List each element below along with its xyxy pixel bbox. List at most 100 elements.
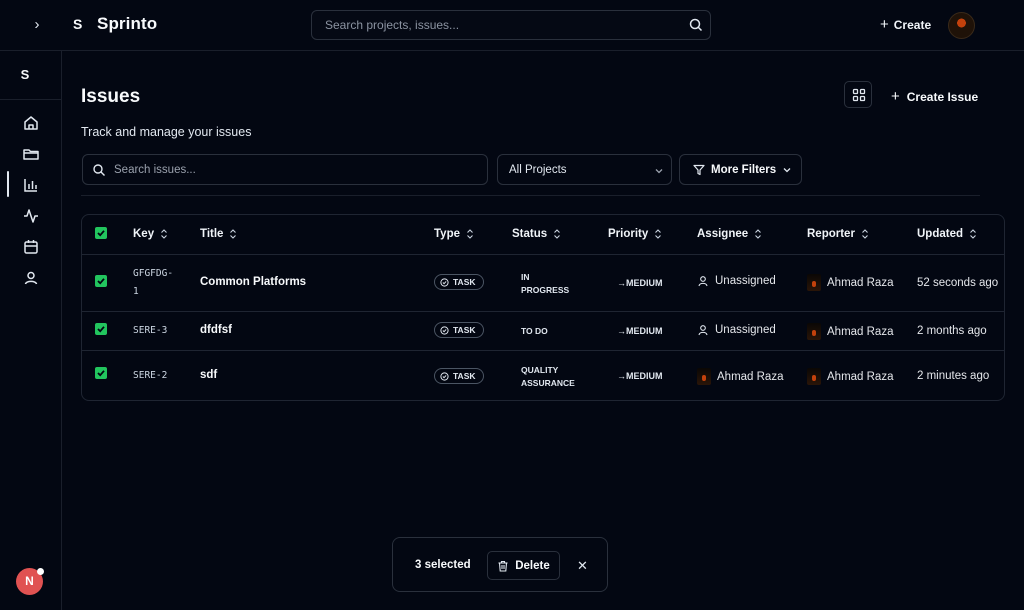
delete-label: Delete [515,559,550,572]
column-header-title[interactable]: Title [200,228,237,240]
plus-icon: + [880,16,889,33]
check-icon [97,230,105,237]
type-label: TASK [453,325,476,335]
sort-icon [161,229,167,239]
sort-icon [862,229,868,239]
issue-key[interactable]: SERE-2 [133,367,167,385]
type-badge: TASK [434,322,484,338]
priority-label[interactable]: →MEDIUM [617,278,663,288]
updated-time: 52 seconds ago [917,277,999,289]
row-checkbox[interactable] [95,367,107,379]
reporter-name: Ahmad Raza [827,325,894,338]
folder-icon[interactable] [21,144,41,164]
column-label: Reporter [807,228,855,240]
create-issue-label: Create Issue [906,89,979,104]
reporter[interactable]: Ahmad Raza [807,368,893,385]
type-label: TASK [453,371,476,381]
assignee[interactable]: Unassigned [697,324,776,336]
issue-key-line: GFGFDG- [133,268,174,279]
delete-button[interactable]: Delete [487,551,560,580]
issue-key[interactable]: GFGFDG- 1 [133,265,173,301]
create-button[interactable]: + Create [880,16,931,33]
column-label: Key [133,228,155,240]
status-line: PROGRESS [521,285,570,295]
home-icon[interactable] [21,113,41,133]
issue-title[interactable]: Common Platforms [200,276,306,288]
sidebar: S N [0,51,62,610]
user-icon[interactable] [21,268,41,288]
issue-search-input[interactable] [114,155,474,184]
issue-key-line: 1 [133,286,139,297]
create-label: Create [893,17,932,32]
project-select[interactable]: All Projects [497,154,672,185]
issue-search [82,154,488,185]
nav-active-indicator [7,171,9,197]
reporter-name: Ahmad Raza [827,276,894,289]
priority-label[interactable]: →MEDIUM [617,326,663,336]
check-circle-icon [440,325,449,335]
page-subtitle: Track and manage your issues [81,125,252,139]
updated-time: 2 minutes ago [917,370,990,382]
column-label: Title [200,228,224,240]
check-icon [97,370,105,377]
column-header-assignee[interactable]: Assignee [697,228,762,240]
status-label[interactable]: IN PROGRESS [521,271,569,297]
status-line: ASSURANCE [521,378,575,388]
issue-key[interactable]: SERE-3 [133,322,167,340]
table-row[interactable]: GFGFDG- 1 Common Platforms TASK IN PROGRES… [82,255,1004,312]
table-row[interactable]: SERE-3 dfdfsf TASK TO DO →MEDIUM Unassig… [82,312,1004,351]
sort-icon [755,229,762,239]
filter-icon [693,164,705,175]
issue-title[interactable]: sdf [200,369,217,381]
close-icon[interactable]: ✕ [577,558,588,574]
column-header-updated[interactable]: Updated [917,228,977,240]
activity-icon[interactable] [21,206,41,226]
column-header-status[interactable]: Status [512,228,561,240]
type-badge: TASK [434,368,484,384]
column-header-reporter[interactable]: Reporter [807,228,869,240]
expand-sidebar-button[interactable]: › [27,15,47,35]
column-label: Type [434,228,460,240]
status-line: QUALITY [521,365,559,375]
grid-view-button[interactable] [844,81,872,108]
column-label: Status [512,228,548,240]
issue-title[interactable]: dfdfsf [200,324,232,336]
sort-icon [467,229,473,239]
column-header-type[interactable]: Type [434,228,474,240]
sort-icon [970,229,976,239]
reporter[interactable]: Ahmad Raza [807,274,893,291]
row-checkbox[interactable] [95,275,107,287]
brand-name[interactable]: Sprinto [97,14,157,34]
status-label[interactable]: QUALITY ASSURANCE [521,364,575,390]
assignee-name: Unassigned [715,275,776,287]
select-all-checkbox[interactable] [95,227,107,239]
sort-icon [554,229,561,239]
column-label: Updated [917,228,963,240]
filter-divider [81,195,980,196]
global-search-input[interactable] [325,11,675,39]
grid-icon [852,88,866,102]
sort-icon [230,229,237,239]
priority-label[interactable]: →MEDIUM [617,371,663,381]
row-checkbox[interactable] [95,323,107,335]
check-circle-icon [440,277,449,287]
top-bar: › S Sprinto + Create [0,0,1024,51]
reporter[interactable]: Ahmad Raza [807,323,893,340]
check-circle-icon [440,371,449,381]
reporter-name: Ahmad Raza [827,370,894,383]
more-filters-button[interactable]: More Filters [679,154,802,185]
project-select-value: All Projects [509,164,567,176]
search-icon[interactable] [688,17,704,33]
reporter-avatar [807,368,821,385]
status-label[interactable]: TO DO [521,325,548,338]
sidebar-divider [0,99,62,100]
column-header-key[interactable]: Key [133,228,168,240]
assignee[interactable]: Ahmad Raza [697,368,783,385]
calendar-icon[interactable] [21,237,41,257]
table-row[interactable]: SERE-2 sdf TASK QUALITY ASSURANCE →MEDIUM… [82,351,1004,400]
user-avatar[interactable] [948,12,975,39]
create-issue-button[interactable]: + Create Issue [891,88,978,105]
bar-chart-icon[interactable] [21,175,41,195]
column-header-priority[interactable]: Priority [608,228,662,240]
assignee[interactable]: Unassigned [697,275,776,287]
